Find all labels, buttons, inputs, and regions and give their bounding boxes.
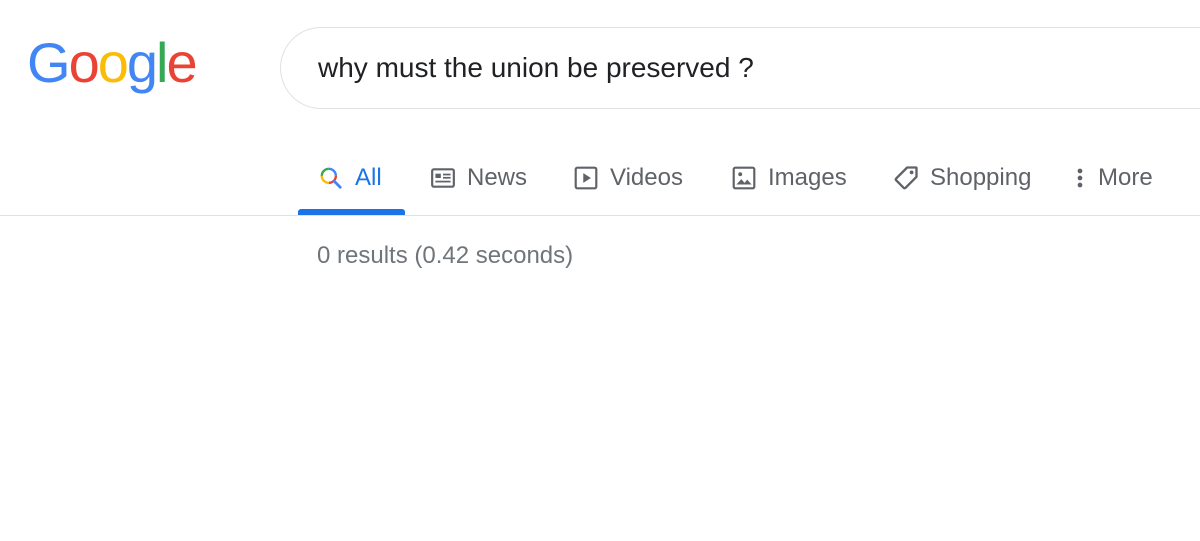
logo-letter: o — [68, 31, 100, 94]
tab-label: Images — [768, 164, 847, 191]
tab-label: Videos — [610, 164, 683, 191]
search-tabs: All News Videos Images Shopping More — [0, 140, 1200, 216]
logo-letter: G — [27, 31, 71, 94]
tab-label: News — [467, 164, 528, 191]
logo-letter: o — [97, 31, 129, 94]
search-results-page: Google All — [0, 0, 1200, 541]
image-icon — [730, 164, 758, 192]
search-box[interactable] — [280, 27, 1200, 109]
more-vert-icon — [1070, 164, 1090, 192]
tab-images[interactable]: Images — [730, 140, 847, 216]
tag-icon — [892, 164, 920, 192]
tab-more[interactable]: More — [1070, 140, 1153, 216]
tab-shopping[interactable]: Shopping — [892, 140, 1031, 216]
tab-all[interactable]: All — [317, 140, 382, 216]
tab-news[interactable]: News — [429, 140, 527, 216]
search-input[interactable] — [318, 52, 1178, 84]
tab-videos[interactable]: Videos — [572, 140, 683, 216]
google-logo[interactable]: Google — [27, 28, 198, 98]
result-stats: 0 results (0.42 seconds) — [317, 242, 574, 269]
tab-label: All — [355, 164, 382, 191]
tab-label: More — [1098, 164, 1153, 191]
logo-letter: g — [126, 31, 158, 94]
news-icon — [429, 164, 457, 192]
search-icon — [317, 164, 345, 192]
video-play-icon — [572, 164, 600, 192]
logo-letter: e — [166, 31, 197, 94]
logo-letter: l — [156, 31, 169, 94]
tab-label: Shopping — [930, 164, 1032, 191]
tabs-divider — [0, 215, 1200, 216]
